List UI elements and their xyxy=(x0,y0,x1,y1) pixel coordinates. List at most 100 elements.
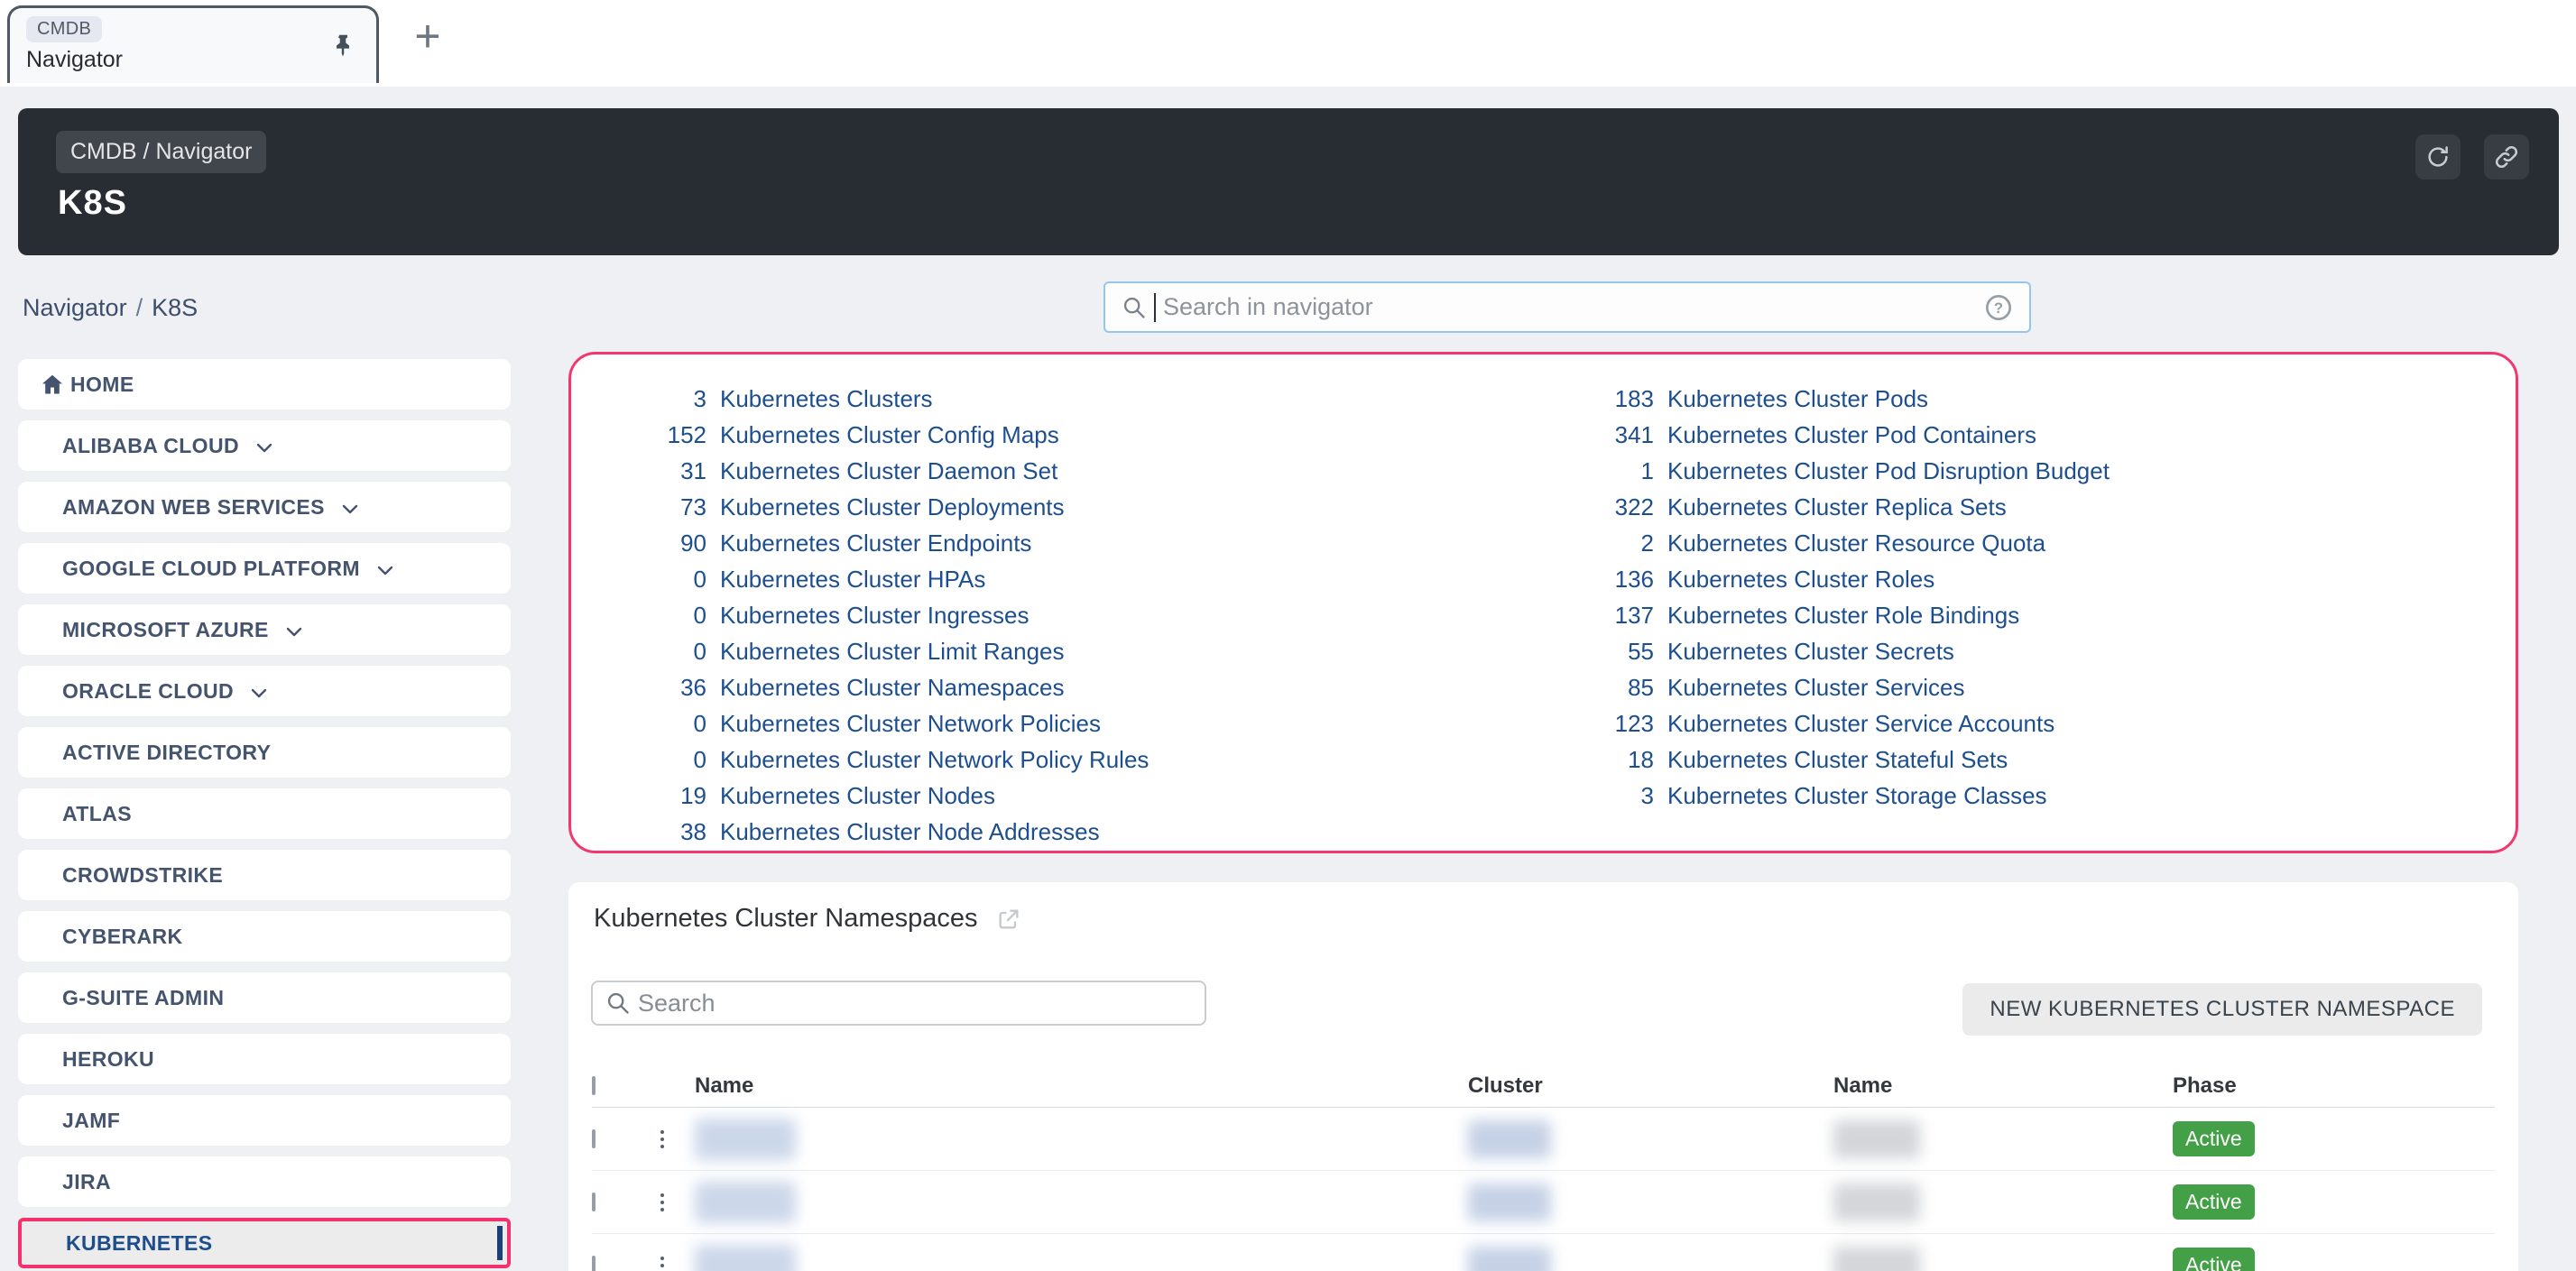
link-row-kubernetes-cluster-node-addresses: 38 Kubernetes Cluster Node Addresses xyxy=(571,814,1546,850)
sidebar-item-jira[interactable]: JIRA xyxy=(18,1156,511,1207)
link-label[interactable]: Kubernetes Cluster Pod Disruption Budget xyxy=(1667,457,2110,485)
search-icon xyxy=(1122,295,1147,320)
link-count: 0 xyxy=(571,602,706,630)
link-label[interactable]: Kubernetes Cluster Service Accounts xyxy=(1667,710,2054,738)
link-row-kubernetes-cluster-nodes: 19 Kubernetes Cluster Nodes xyxy=(571,778,1546,814)
link-label[interactable]: Kubernetes Cluster HPAs xyxy=(720,566,985,594)
link-count: 0 xyxy=(571,710,706,738)
link-row-kubernetes-cluster-pods: 183 Kubernetes Cluster Pods xyxy=(1546,381,2110,417)
row-checkbox[interactable] xyxy=(592,1256,596,1271)
redacted-cluster-cell xyxy=(1468,1120,1551,1158)
breadcrumb-separator: / xyxy=(136,294,143,321)
link-row-kubernetes-cluster-secrets: 55 Kubernetes Cluster Secrets xyxy=(1546,633,2110,669)
link-label[interactable]: Kubernetes Cluster Replica Sets xyxy=(1667,493,2007,521)
link-label[interactable]: Kubernetes Cluster Namespaces xyxy=(720,674,1065,702)
link-row-kubernetes-cluster-stateful-sets: 18 Kubernetes Cluster Stateful Sets xyxy=(1546,741,2110,778)
sidebar-item-label: AMAZON WEB SERVICES xyxy=(62,495,325,520)
link-count: 0 xyxy=(571,566,706,594)
link-label[interactable]: Kubernetes Cluster Roles xyxy=(1667,566,1934,594)
sidebar-item-label: HEROKU xyxy=(62,1047,154,1072)
sidebar-item-google-cloud-platform[interactable]: GOOGLE CLOUD PLATFORM xyxy=(18,543,511,594)
sidebar-item-cyberark[interactable]: CYBERARK xyxy=(18,911,511,962)
kebab-menu-icon[interactable] xyxy=(653,1130,671,1148)
link-label[interactable]: Kubernetes Clusters xyxy=(720,385,933,413)
link-count: 0 xyxy=(571,638,706,666)
link-label[interactable]: Kubernetes Cluster Pod Containers xyxy=(1667,421,2036,449)
namespaces-search-input[interactable] xyxy=(638,990,1192,1018)
sidebar-item-alibaba-cloud[interactable]: ALIBABA CLOUD xyxy=(18,420,511,471)
namespaces-card: Kubernetes Cluster Namespaces NEW KUBERN… xyxy=(568,882,2518,1271)
sidebar-item-amazon-web-services[interactable]: AMAZON WEB SERVICES xyxy=(18,482,511,532)
link-row-kubernetes-cluster-daemon-set: 31 Kubernetes Cluster Daemon Set xyxy=(571,453,1546,489)
table-row: Active xyxy=(592,1171,2495,1234)
copy-link-button[interactable] xyxy=(2484,134,2529,180)
new-namespace-button[interactable]: NEW KUBERNETES CLUSTER NAMESPACE xyxy=(1962,983,2482,1036)
sidebar-item-g-suite-admin[interactable]: G-SUITE ADMIN xyxy=(18,972,511,1023)
link-label[interactable]: Kubernetes Cluster Config Maps xyxy=(720,421,1059,449)
link-label[interactable]: Kubernetes Cluster Daemon Set xyxy=(720,457,1057,485)
row-checkbox[interactable] xyxy=(592,1193,596,1211)
link-label[interactable]: Kubernetes Cluster Pods xyxy=(1667,385,1928,413)
breadcrumb-section[interactable]: Navigator xyxy=(23,294,127,321)
link-label[interactable]: Kubernetes Cluster Limit Ranges xyxy=(720,638,1065,666)
link-label[interactable]: Kubernetes Cluster Stateful Sets xyxy=(1667,746,2008,774)
tab-cmdb-navigator[interactable]: CMDB Navigator xyxy=(7,5,379,83)
link-label[interactable]: Kubernetes Cluster Network Policies xyxy=(720,710,1101,738)
column-header-cluster[interactable]: Cluster xyxy=(1468,1073,1833,1099)
chevron-down-icon xyxy=(254,437,275,458)
kebab-menu-icon[interactable] xyxy=(653,1257,671,1271)
link-label[interactable]: Kubernetes Cluster Resource Quota xyxy=(1667,530,2045,557)
link-row-kubernetes-cluster-resource-quota: 2 Kubernetes Cluster Resource Quota xyxy=(1546,525,2110,561)
redacted-name-cell xyxy=(695,1245,796,1271)
sidebar-item-label: ACTIVE DIRECTORY xyxy=(62,741,271,765)
tab-strip: CMDB Navigator + xyxy=(0,0,2576,87)
link-label[interactable]: Kubernetes Cluster Node Addresses xyxy=(720,818,1100,846)
sidebar-item-jamf[interactable]: JAMF xyxy=(18,1095,511,1146)
pushpin-icon[interactable] xyxy=(329,32,356,59)
svg-text:?: ? xyxy=(1994,299,2003,317)
help-circle-icon[interactable]: ? xyxy=(1984,293,2013,322)
kebab-menu-icon[interactable] xyxy=(653,1193,671,1211)
link-label[interactable]: Kubernetes Cluster Ingresses xyxy=(720,602,1029,630)
sidebar-item-home[interactable]: HOME xyxy=(18,359,511,410)
link-label[interactable]: Kubernetes Cluster Role Bindings xyxy=(1667,602,2019,630)
link-label[interactable]: Kubernetes Cluster Secrets xyxy=(1667,638,1954,666)
column-header-phase[interactable]: Phase xyxy=(2173,1073,2495,1099)
sidebar-item-heroku[interactable]: HEROKU xyxy=(18,1034,511,1084)
sidebar-item-label: MICROSOFT AZURE xyxy=(62,618,269,642)
column-header-name2[interactable]: Name xyxy=(1833,1073,2173,1099)
sidebar-item-label: JIRA xyxy=(62,1170,111,1194)
link-label[interactable]: Kubernetes Cluster Deployments xyxy=(720,493,1065,521)
link-label[interactable]: Kubernetes Cluster Nodes xyxy=(720,782,995,810)
navigator-search-input[interactable] xyxy=(1163,293,1977,321)
sidebar-item-active-directory[interactable]: ACTIVE DIRECTORY xyxy=(18,727,511,778)
link-count: 123 xyxy=(1546,710,1654,738)
link-label[interactable]: Kubernetes Cluster Services xyxy=(1667,674,1964,702)
link-count: 0 xyxy=(571,746,706,774)
sidebar-item-microsoft-azure[interactable]: MICROSOFT AZURE xyxy=(18,604,511,655)
link-label[interactable]: Kubernetes Cluster Endpoints xyxy=(720,530,1031,557)
tab-module-badge: CMDB xyxy=(26,16,102,42)
select-all-checkbox[interactable] xyxy=(592,1076,596,1095)
sidebar-item-oracle-cloud[interactable]: ORACLE CLOUD xyxy=(18,666,511,716)
sidebar-item-crowdstrike[interactable]: CROWDSTRIKE xyxy=(18,850,511,900)
link-count: 18 xyxy=(1546,746,1654,774)
link-label[interactable]: Kubernetes Cluster Network Policy Rules xyxy=(720,746,1149,774)
sidebar-item-kubernetes[interactable]: KUBERNETES xyxy=(18,1218,511,1268)
row-checkbox[interactable] xyxy=(592,1129,596,1148)
column-header-name[interactable]: Name xyxy=(695,1073,1468,1099)
refresh-button[interactable] xyxy=(2415,134,2461,180)
refresh-icon xyxy=(2424,143,2451,170)
sidebar-item-label: G-SUITE ADMIN xyxy=(62,986,224,1010)
external-link-icon[interactable] xyxy=(996,907,1021,932)
link-row-kubernetes-cluster-limit-ranges: 0 Kubernetes Cluster Limit Ranges xyxy=(571,633,1546,669)
link-count: 90 xyxy=(571,530,706,557)
new-tab-button[interactable]: + xyxy=(404,13,451,60)
link-label[interactable]: Kubernetes Cluster Storage Classes xyxy=(1667,782,2047,810)
link-count: 85 xyxy=(1546,674,1654,702)
redacted-name2-cell xyxy=(1833,1247,1920,1271)
link-count: 55 xyxy=(1546,638,1654,666)
link-row-kubernetes-cluster-hpas: 0 Kubernetes Cluster HPAs xyxy=(571,561,1546,597)
sidebar-item-atlas[interactable]: ATLAS xyxy=(18,788,511,839)
link-row-kubernetes-cluster-storage-classes: 3 Kubernetes Cluster Storage Classes xyxy=(1546,778,2110,814)
